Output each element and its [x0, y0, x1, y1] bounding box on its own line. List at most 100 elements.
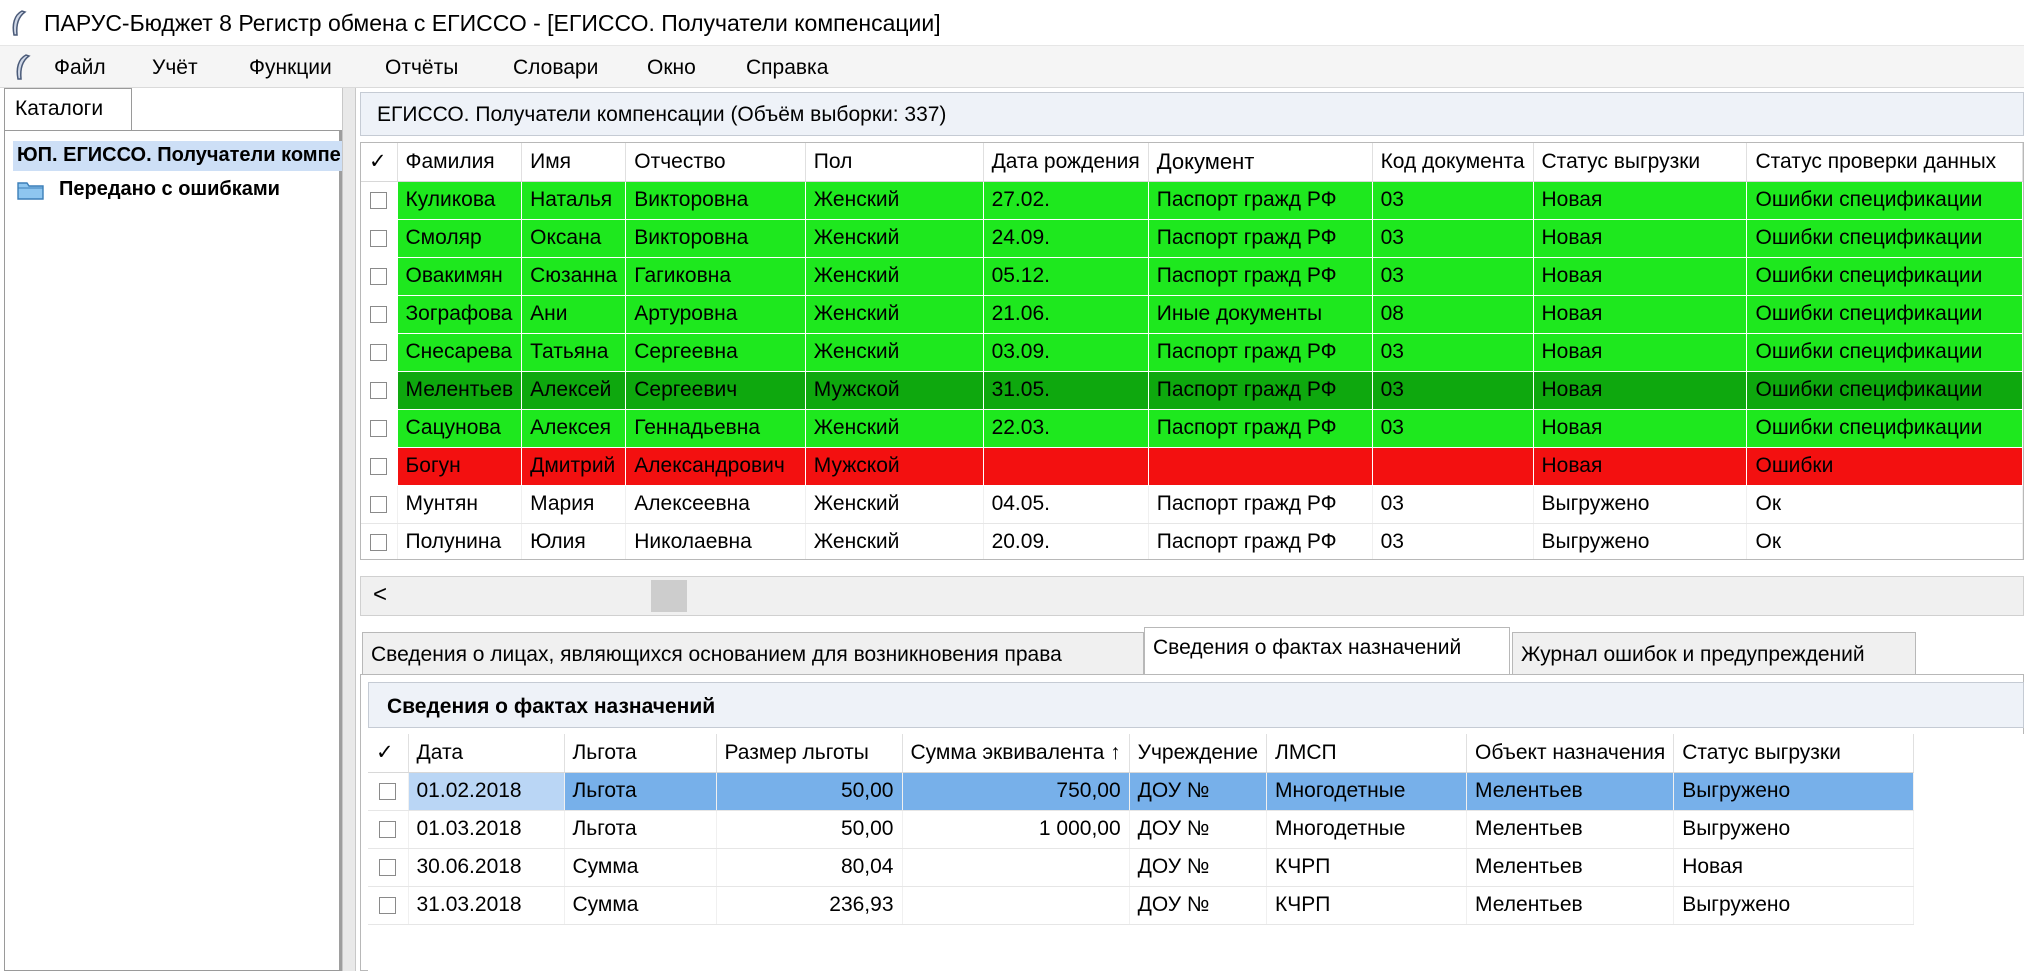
row-checkbox[interactable] [370, 305, 388, 323]
row-checkbox[interactable] [370, 267, 388, 285]
menu-accounting[interactable]: Учёт [152, 56, 198, 80]
menu-window[interactable]: Окно [647, 56, 696, 80]
table-row[interactable]: Мелентьев Алексей Сергеевич Мужской 31.05. Па… [361, 371, 2023, 410]
col-header-patronymic[interactable]: Отчество [625, 143, 806, 182]
tab-error-log[interactable]: Журнал ошибок и предупреждений [1512, 632, 1916, 674]
col-header-lmsp[interactable]: ЛМСП [1266, 734, 1468, 773]
row-checkbox[interactable] [379, 896, 397, 914]
table-row[interactable]: 01.03.2018 Льгота 50,00 1 000,00 ДОУ № Многод… [368, 810, 1915, 849]
table-row[interactable]: Зографова Ани Артуровна Женский 21.06. Иные д… [361, 295, 2023, 334]
tree-item-root[interactable]: ЮП. ЕГИССО. Получатели компенсации [13, 141, 343, 171]
col-header-check-status[interactable]: Статус проверки данных [1746, 143, 2023, 182]
cell-gender: Женский [805, 257, 984, 296]
row-checkbox[interactable] [370, 457, 388, 475]
menu-file[interactable]: Файл [54, 56, 106, 80]
row-checkbox-cell [368, 772, 409, 811]
cell-lmsp: Многодетные [1266, 810, 1468, 849]
appointments-title: Сведения о фактах назначений [387, 695, 716, 718]
col-header-date[interactable]: Дата [408, 734, 565, 773]
cell-upload-status: Новая [1533, 447, 1748, 486]
cell-document: Паспорт гражд РФ [1148, 523, 1373, 559]
menu-bar: Файл Учёт Функции Отчёты Словари Окно Сп… [0, 46, 2024, 88]
cell-benefit-size: 50,00 [716, 810, 903, 849]
menu-dictionaries[interactable]: Словари [513, 56, 598, 80]
col-header-gender[interactable]: Пол [805, 143, 984, 182]
cell-document: Паспорт гражд РФ [1148, 181, 1373, 220]
col-header-document[interactable]: Документ [1148, 143, 1373, 182]
col-header-benefit-size[interactable]: Размер льготы [716, 734, 903, 773]
cell-patronymic: Викторовна [625, 181, 806, 220]
col-header-institution[interactable]: Учреждение [1129, 734, 1268, 773]
cell-document: Паспорт гражд РФ [1148, 333, 1373, 372]
table-row[interactable]: 01.02.2018 Льгота 50,00 750,00 ДОУ № Многодет… [368, 772, 1915, 811]
row-checkbox[interactable] [370, 419, 388, 437]
table-row[interactable]: Смоляр Оксана Викторовна Женский 24.09. Паспо… [361, 219, 2023, 258]
panel-header: ЕГИССО. Получатели компенсации (Объём вы… [360, 92, 2024, 136]
row-checkbox[interactable] [379, 782, 397, 800]
cell-lmsp: КЧРП [1266, 848, 1468, 887]
row-checkbox[interactable] [370, 495, 388, 513]
col-header-status-2[interactable]: Статус выгрузки [1673, 734, 1915, 773]
check-all-header[interactable]: ✓ [361, 143, 398, 182]
cell-gender: Мужской [805, 447, 984, 486]
menu-functions[interactable]: Функции [249, 56, 332, 80]
cell-birthdate: 27.02. [983, 181, 1149, 220]
table-row[interactable]: Сацунова Алексея Геннадьевна Женский 22.03. П… [361, 409, 2023, 448]
col-header-object[interactable]: Объект назначения [1466, 734, 1675, 773]
row-checkbox[interactable] [379, 858, 397, 876]
row-checkbox[interactable] [370, 343, 388, 361]
horizontal-scrollbar[interactable]: < [360, 576, 2024, 616]
cell-doc-code: 03 [1372, 333, 1534, 372]
row-checkbox[interactable] [370, 229, 388, 247]
row-checkbox[interactable] [370, 191, 388, 209]
cell-birthdate: 24.09. [983, 219, 1149, 258]
tab-catalogs[interactable]: Каталоги [4, 88, 132, 130]
col-header-equivalent-sum[interactable]: Сумма эквивалента ↑ [902, 734, 1130, 773]
tab-persons-basis[interactable]: Сведения о лицах, являющихся основанием … [362, 632, 1144, 674]
table-row[interactable]: Куликова Наталья Викторовна Женский 27.02. Па… [361, 181, 2023, 220]
menu-reports[interactable]: Отчёты [385, 56, 458, 80]
cell-benefit: Сумма [564, 848, 717, 887]
col-header-benefit[interactable]: Льгота [564, 734, 717, 773]
cell-document: Паспорт гражд РФ [1148, 219, 1373, 258]
cell-surname: Куликова [397, 181, 523, 220]
cell-date: 30.06.2018 [408, 848, 565, 887]
grid-header-row: ✓ Фамилия Имя Отчество Пол Дата рождения… [361, 143, 2023, 182]
table-row[interactable]: Полунина Юлия Николаевна Женский 20.09. Паспо… [361, 523, 2023, 559]
check-all-header-2[interactable]: ✓ [368, 734, 409, 773]
app-menu-icon[interactable] [12, 53, 34, 81]
table-row[interactable]: Богун Дмитрий Александрович Мужской Новая Оши… [361, 447, 2023, 486]
row-checkbox-cell [361, 219, 398, 258]
row-checkbox[interactable] [370, 533, 388, 551]
cell-object: Мелентьев [1466, 848, 1675, 887]
cell-doc-code: 03 [1372, 181, 1534, 220]
cell-benefit-size: 50,00 [716, 772, 903, 811]
window-title: ПАРУС-Бюджет 8 Регистр обмена с ЕГИССО -… [44, 10, 941, 36]
scroll-left-arrow[interactable]: < [373, 581, 387, 609]
tab-appointments[interactable]: Сведения о фактах назначений [1144, 627, 1510, 674]
pane-splitter[interactable] [342, 88, 356, 971]
table-row[interactable]: 31.03.2018 Сумма 236,93 ДОУ № КЧРП Мелентьев В… [368, 886, 1915, 925]
row-checkbox[interactable] [379, 820, 397, 838]
col-header-name[interactable]: Имя [521, 143, 627, 182]
row-checkbox[interactable] [370, 381, 388, 399]
table-row[interactable]: Овакимян Сюзанна Гагиковна Женский 05.12. Пас… [361, 257, 2023, 296]
table-row[interactable]: 30.06.2018 Сумма 80,04 ДОУ № КЧРП Мелентьев Но… [368, 848, 1915, 887]
cell-benefit-size: 80,04 [716, 848, 903, 887]
table-row[interactable]: Мунтян Мария Алексеевна Женский 04.05. Паспор… [361, 485, 2023, 524]
menu-help[interactable]: Справка [746, 56, 828, 80]
col-header-surname[interactable]: Фамилия [397, 143, 523, 182]
cell-date: 01.03.2018 [408, 810, 565, 849]
table-row[interactable]: Снесарева Татьяна Сергеевна Женский 03.09. Па… [361, 333, 2023, 372]
scroll-thumb[interactable] [651, 580, 687, 612]
col-header-upload-status[interactable]: Статус выгрузки [1533, 143, 1748, 182]
appointments-grid: ✓ Дата Льгота Размер льготы Сумма эквива… [368, 734, 2024, 971]
cell-upload-status: Новая [1533, 181, 1748, 220]
col-header-birthdate[interactable]: Дата рождения [983, 143, 1149, 182]
row-checkbox-cell [361, 181, 398, 220]
appointments-table: ✓ Дата Льгота Размер льготы Сумма эквива… [368, 734, 1915, 925]
cell-surname: Сацунова [397, 409, 523, 448]
col-header-doc-code[interactable]: Код документа [1372, 143, 1534, 182]
row-checkbox-cell [361, 485, 398, 524]
cell-check-status: Ошибки спецификации [1746, 371, 2023, 410]
